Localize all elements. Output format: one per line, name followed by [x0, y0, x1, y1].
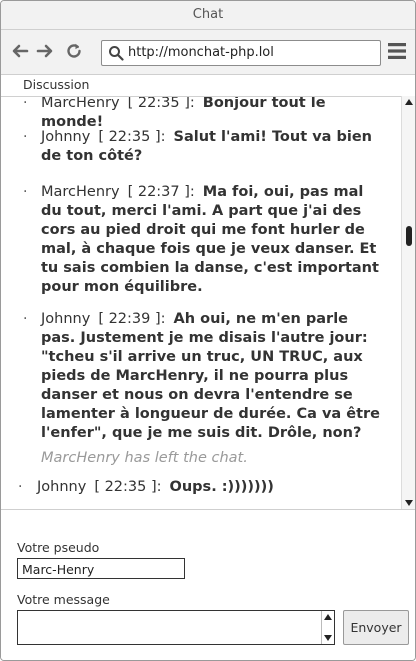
send-button[interactable]: Envoyer — [343, 610, 409, 645]
browser-toolbar: http://monchat-php.lol — [1, 30, 415, 75]
chat-message: MarcHenry[ 22:35 ]: Bonjour tout le monde… — [41, 96, 385, 132]
message-author: Johnny — [41, 129, 91, 145]
message-bullet: · — [23, 129, 28, 145]
back-arrow-icon[interactable] — [11, 42, 29, 64]
tab-discussion[interactable]: Discussion — [23, 77, 89, 92]
message-bullet: · — [23, 184, 28, 200]
message-author: Johnny — [41, 311, 91, 327]
browser-window: Chat http://monchat-php.lol Discussion ·… — [0, 0, 416, 661]
pseudo-label: Votre pseudo — [17, 540, 100, 555]
message-textarea[interactable] — [17, 610, 335, 645]
message-time: [ 22:35 ]: — [94, 479, 162, 495]
message-text: Oups. :))))))) — [169, 479, 274, 495]
chat-message: Johnny [ 22:39 ]: Ah oui, ne m'en parle pa… — [41, 310, 385, 443]
menu-icon[interactable] — [387, 42, 407, 64]
message-bullet: · — [18, 479, 23, 495]
message-text: Salut l'ami! Tout va bien de ton côté? — [41, 129, 372, 164]
chat-form: Votre pseudo Marc-Henry Votre message En… — [1, 509, 415, 660]
scroll-down-icon[interactable] — [405, 500, 413, 506]
message-time: [ 22:37 ]: — [127, 184, 195, 200]
system-message: MarcHenry has left the chat. — [41, 450, 248, 466]
chat-message: MarcHenry [ 22:37 ]: Ma foi, oui, pas mal … — [41, 183, 385, 297]
chat-message: Johnny [ 22:35 ]: Oups. :))))))) — [37, 478, 381, 497]
chat-message: Johnny [ 22:35 ]: Salut l'ami! Tout va bie… — [41, 128, 385, 166]
message-time: [ 22:35 ]: — [127, 96, 195, 111]
pseudo-input[interactable]: Marc-Henry — [17, 558, 185, 579]
address-bar[interactable]: http://monchat-php.lol — [101, 40, 381, 66]
message-bullet: · — [23, 96, 28, 111]
message-time: [ 22:39 ]: — [98, 311, 166, 327]
scroll-up-icon[interactable] — [324, 614, 332, 620]
textarea-scrollbar[interactable] — [321, 611, 334, 644]
message-author: MarcHenry — [41, 96, 120, 111]
search-icon — [108, 45, 124, 65]
scrollbar-thumb[interactable] — [406, 226, 412, 246]
message-text: Ma foi, oui, pas mal du tout, merci l'am… — [41, 184, 379, 295]
chat-scrollbar[interactable] — [401, 96, 415, 509]
scroll-up-icon[interactable] — [405, 99, 413, 105]
message-label: Votre message — [17, 592, 110, 607]
message-author: MarcHenry — [41, 184, 120, 200]
window-title: Chat — [1, 1, 415, 30]
url-text: http://monchat-php.lol — [128, 45, 274, 60]
chat-log[interactable]: · MarcHenry[ 22:35 ]: Bonjour tout le mon… — [1, 96, 401, 510]
message-author: Johnny — [37, 479, 87, 495]
scroll-down-icon[interactable] — [324, 635, 332, 641]
reload-icon[interactable] — [65, 42, 83, 64]
forward-arrow-icon[interactable] — [36, 42, 54, 64]
message-text: Ah oui, ne m'en parle pas. Justement je … — [41, 311, 380, 441]
message-time: [ 22:35 ]: — [98, 129, 166, 145]
message-bullet: · — [23, 311, 28, 327]
